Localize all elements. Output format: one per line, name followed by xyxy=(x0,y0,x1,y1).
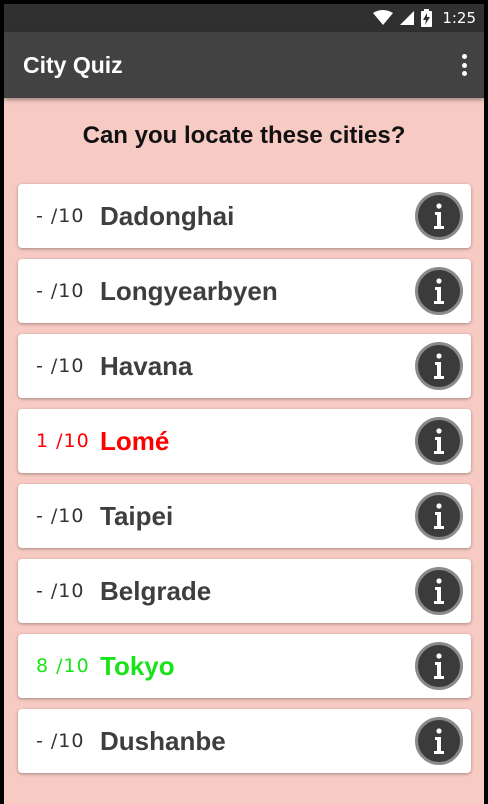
city-card[interactable]: - /10 Havana xyxy=(18,334,471,398)
city-name: Longyearbyen xyxy=(100,276,278,306)
city-score: - /10 xyxy=(36,580,85,602)
city-name: Lomé xyxy=(100,426,170,456)
city-name: Dadonghai xyxy=(100,201,235,231)
info-icon[interactable] xyxy=(415,192,463,240)
city-score: - /10 xyxy=(36,280,85,302)
info-icon[interactable] xyxy=(415,642,463,690)
screen: 1:25 City Quiz Can you locate these citi… xyxy=(4,4,484,804)
city-name: Dushanbe xyxy=(100,726,226,756)
menu-dot xyxy=(461,71,467,76)
info-icon[interactable] xyxy=(415,267,463,315)
city-score: 1 /10 xyxy=(36,430,90,452)
city-score: - /10 xyxy=(36,205,85,227)
city-name: Belgrade xyxy=(100,576,212,606)
menu-dot xyxy=(461,54,467,59)
city-card[interactable]: - /10 Dadonghai xyxy=(18,184,471,248)
info-icon[interactable] xyxy=(415,717,463,765)
city-card[interactable]: - /10 Longyearbyen xyxy=(18,259,471,323)
city-score: 8 /10 xyxy=(36,655,90,677)
status-time: 1:25 xyxy=(442,9,476,27)
info-icon[interactable] xyxy=(415,567,463,615)
city-card[interactable]: - /10 Belgrade xyxy=(18,559,471,623)
more-vert-icon[interactable] xyxy=(454,51,474,79)
battery-charging-icon xyxy=(421,9,433,27)
cell-signal-icon xyxy=(400,11,415,25)
menu-dot xyxy=(461,62,467,68)
city-name: Havana xyxy=(100,351,193,381)
page-heading: Can you locate these cities? xyxy=(82,122,406,149)
app-title: City Quiz xyxy=(23,52,123,78)
app-bar: City Quiz xyxy=(4,32,484,98)
city-list: - /10 Dadonghai - /10 Longyearbyen - /10 Hava… xyxy=(18,184,471,784)
info-icon[interactable] xyxy=(415,417,463,465)
city-card[interactable]: 1 /10 Lomé xyxy=(18,409,471,473)
city-score: - /10 xyxy=(36,505,85,527)
info-icon[interactable] xyxy=(415,492,463,540)
city-card[interactable]: 8 /10 Tokyo xyxy=(18,634,471,698)
city-score: - /10 xyxy=(36,355,85,377)
city-card[interactable]: - /10 Taipei xyxy=(18,484,471,548)
city-score: - /10 xyxy=(36,730,85,752)
city-name: Tokyo xyxy=(100,651,175,681)
city-name: Taipei xyxy=(100,501,174,531)
wifi-icon xyxy=(373,10,394,25)
status-icons: 1:25 xyxy=(373,4,476,32)
status-bar: 1:25 xyxy=(4,4,484,32)
info-icon[interactable] xyxy=(415,342,463,390)
city-card[interactable]: - /10 Dushanbe xyxy=(18,709,471,773)
